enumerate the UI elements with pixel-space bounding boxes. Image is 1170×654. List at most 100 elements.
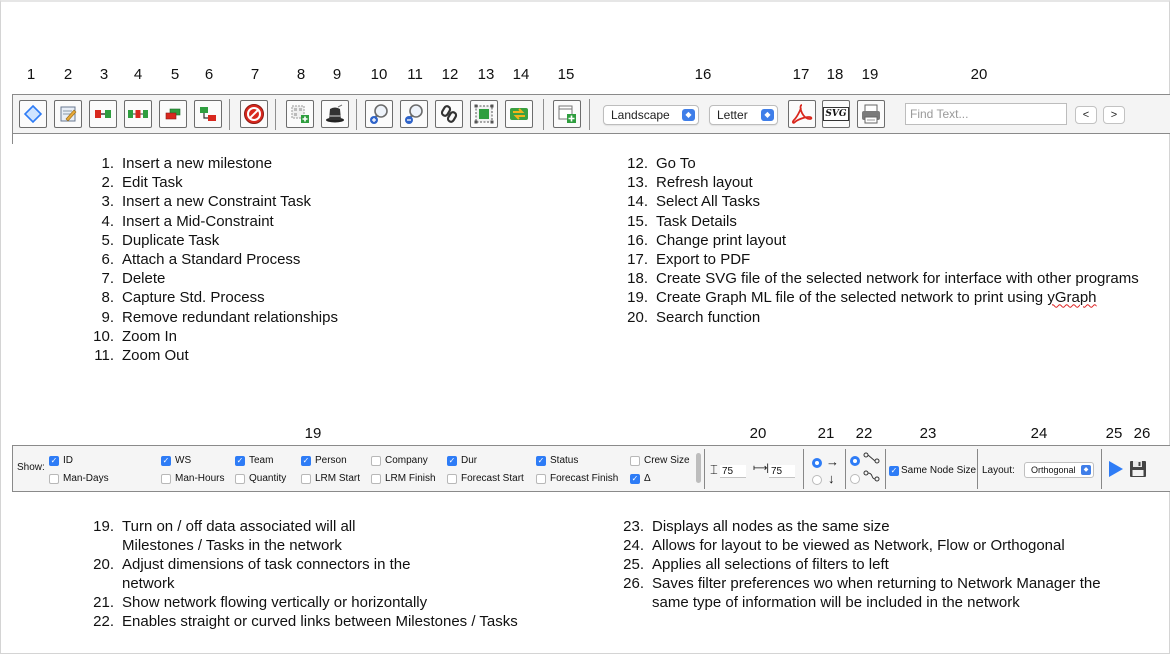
callout-17: 17 xyxy=(792,66,810,83)
callout-18: 18 xyxy=(826,66,844,83)
filter-man-hours-checkbox[interactable]: Man-Hours xyxy=(161,473,224,484)
checkbox-checked-icon: ✓ xyxy=(301,455,311,466)
list-item: 24. Allows for layout to be viewed as Net… xyxy=(623,537,1065,554)
checkbox-unchecked-icon xyxy=(371,473,381,484)
toolbar-separator xyxy=(543,99,544,130)
filter-ws-checkbox[interactable]: ✓ WS xyxy=(161,455,191,466)
connector-width-input[interactable]: 75 xyxy=(769,465,795,478)
callout-14: 14 xyxy=(512,66,530,83)
delete-icon xyxy=(244,104,264,124)
filter-crew-size-checkbox[interactable]: Crew Size xyxy=(630,455,690,466)
filter-dur-checkbox[interactable]: ✓ Dur xyxy=(447,455,477,466)
filter-forecast-finish-checkbox[interactable]: Forecast Finish xyxy=(536,473,618,484)
callout-5: 5 xyxy=(170,66,180,83)
refresh-layout-button[interactable] xyxy=(470,100,498,128)
checkbox-checked-icon: ✓ xyxy=(235,455,245,466)
filters-scrollbar[interactable] xyxy=(696,453,701,483)
horizontal-flow-radio[interactable] xyxy=(812,458,822,468)
find-previous-button[interactable]: < xyxy=(1075,106,1097,124)
print-graphml-button[interactable] xyxy=(857,100,885,128)
callout-22: 22 xyxy=(855,425,873,442)
orientation-select[interactable]: Landscape ◆ xyxy=(603,105,699,125)
delete-button[interactable] xyxy=(240,100,268,128)
filter-lrm-start-checkbox[interactable]: LRM Start xyxy=(301,473,360,484)
straight-links-radio[interactable] xyxy=(850,456,860,466)
checkbox-unchecked-icon xyxy=(536,473,546,484)
curved-link-icon xyxy=(863,470,880,482)
export-pdf-button[interactable] xyxy=(788,100,816,128)
duplicate-task-icon xyxy=(165,108,181,120)
insert-milestone-button[interactable] xyxy=(19,100,47,128)
export-svg-button[interactable]: SVG xyxy=(822,100,850,128)
capture-process-icon xyxy=(291,105,309,123)
callout-19: 19 xyxy=(861,66,879,83)
filter-quantity-checkbox[interactable]: Quantity xyxy=(235,473,286,484)
edit-task-button[interactable] xyxy=(54,100,82,128)
toolbar-separator xyxy=(977,449,978,489)
play-icon[interactable] xyxy=(1107,459,1125,479)
save-disk-icon[interactable] xyxy=(1129,460,1147,478)
layout-select[interactable]: Orthogonal ◆ xyxy=(1024,462,1094,478)
list-item: 22. Enables straight or curved links betw… xyxy=(93,613,518,630)
capture-std-process-button[interactable] xyxy=(286,100,314,128)
insert-constraint-task-button[interactable] xyxy=(89,100,117,128)
callout-8: 8 xyxy=(296,66,306,83)
edit-task-icon xyxy=(60,106,77,122)
list-item: 21. Show network flowing vertically or ho… xyxy=(93,594,428,611)
filter-lrm-finish-checkbox[interactable]: LRM Finish xyxy=(371,473,436,484)
checkbox-checked-icon: ✓ xyxy=(889,465,899,476)
chevron-updown-icon: ◆ xyxy=(682,109,695,121)
chevron-updown-icon: ◆ xyxy=(1081,465,1091,475)
toolbar-separator xyxy=(704,449,705,489)
zoom-out-button[interactable] xyxy=(400,100,428,128)
callout-25: 25 xyxy=(1105,425,1123,442)
find-next-button[interactable]: > xyxy=(1103,106,1125,124)
straight-link-icon xyxy=(863,452,880,464)
filter-forecast-start-checkbox[interactable]: Forecast Start xyxy=(447,473,524,484)
task-details-icon xyxy=(558,105,576,123)
toolbar-separator xyxy=(589,99,590,130)
attach-standard-process-button[interactable] xyxy=(194,100,222,128)
orientation-value: Landscape xyxy=(611,108,670,122)
callout-19: 19 xyxy=(304,425,322,442)
connector-height-input[interactable]: 75 xyxy=(720,465,746,478)
find-text-input[interactable] xyxy=(905,103,1067,125)
filter-team-checkbox[interactable]: ✓ Team xyxy=(235,455,273,466)
filter-company-checkbox[interactable]: Company xyxy=(371,455,428,466)
toolbar-separator xyxy=(229,99,230,130)
mid-constraint-icon xyxy=(128,110,148,118)
callout-6: 6 xyxy=(204,66,214,83)
layout-label: Layout: xyxy=(982,465,1015,476)
callout-16: 16 xyxy=(694,66,712,83)
select-all-tasks-button[interactable] xyxy=(505,100,533,128)
callout-1: 1 xyxy=(26,66,36,83)
toolbar-edge xyxy=(12,134,13,144)
filter-delta-checkbox[interactable]: ✓ Δ xyxy=(630,473,651,484)
checkbox-checked-icon: ✓ xyxy=(49,455,59,466)
toolbar-separator xyxy=(275,99,276,130)
duplicate-task-button[interactable] xyxy=(159,100,187,128)
paper-size-select[interactable]: Letter ◆ xyxy=(709,105,778,125)
filter-person-checkbox[interactable]: ✓ Person xyxy=(301,455,347,466)
same-node-size-checkbox[interactable]: ✓ Same Node Size xyxy=(889,465,976,476)
curved-links-radio[interactable] xyxy=(850,474,860,484)
zoom-in-button[interactable] xyxy=(365,100,393,128)
filter-man-days-checkbox[interactable]: Man-Days xyxy=(49,473,109,484)
remove-redundant-button[interactable] xyxy=(321,100,349,128)
go-to-button[interactable] xyxy=(435,100,463,128)
callout-23: 23 xyxy=(919,425,937,442)
refresh-layout-icon xyxy=(474,104,494,124)
show-label: Show: xyxy=(17,462,45,473)
task-details-button[interactable] xyxy=(553,100,581,128)
callout-11: 11 xyxy=(407,66,423,83)
filter-id-checkbox[interactable]: ✓ ID xyxy=(49,455,73,466)
callout-26: 26 xyxy=(1133,425,1151,442)
list-item: 19. Turn on / off data associated will al… xyxy=(93,518,356,554)
width-icon: ⟼| xyxy=(753,463,769,474)
svg-icon: SVG xyxy=(823,107,849,121)
filter-status-checkbox[interactable]: ✓ Status xyxy=(536,455,578,466)
standard-process-icon xyxy=(200,107,216,121)
insert-mid-constraint-button[interactable] xyxy=(124,100,152,128)
vertical-flow-radio[interactable] xyxy=(812,475,822,485)
arrow-down-icon: ↓ xyxy=(828,471,835,486)
